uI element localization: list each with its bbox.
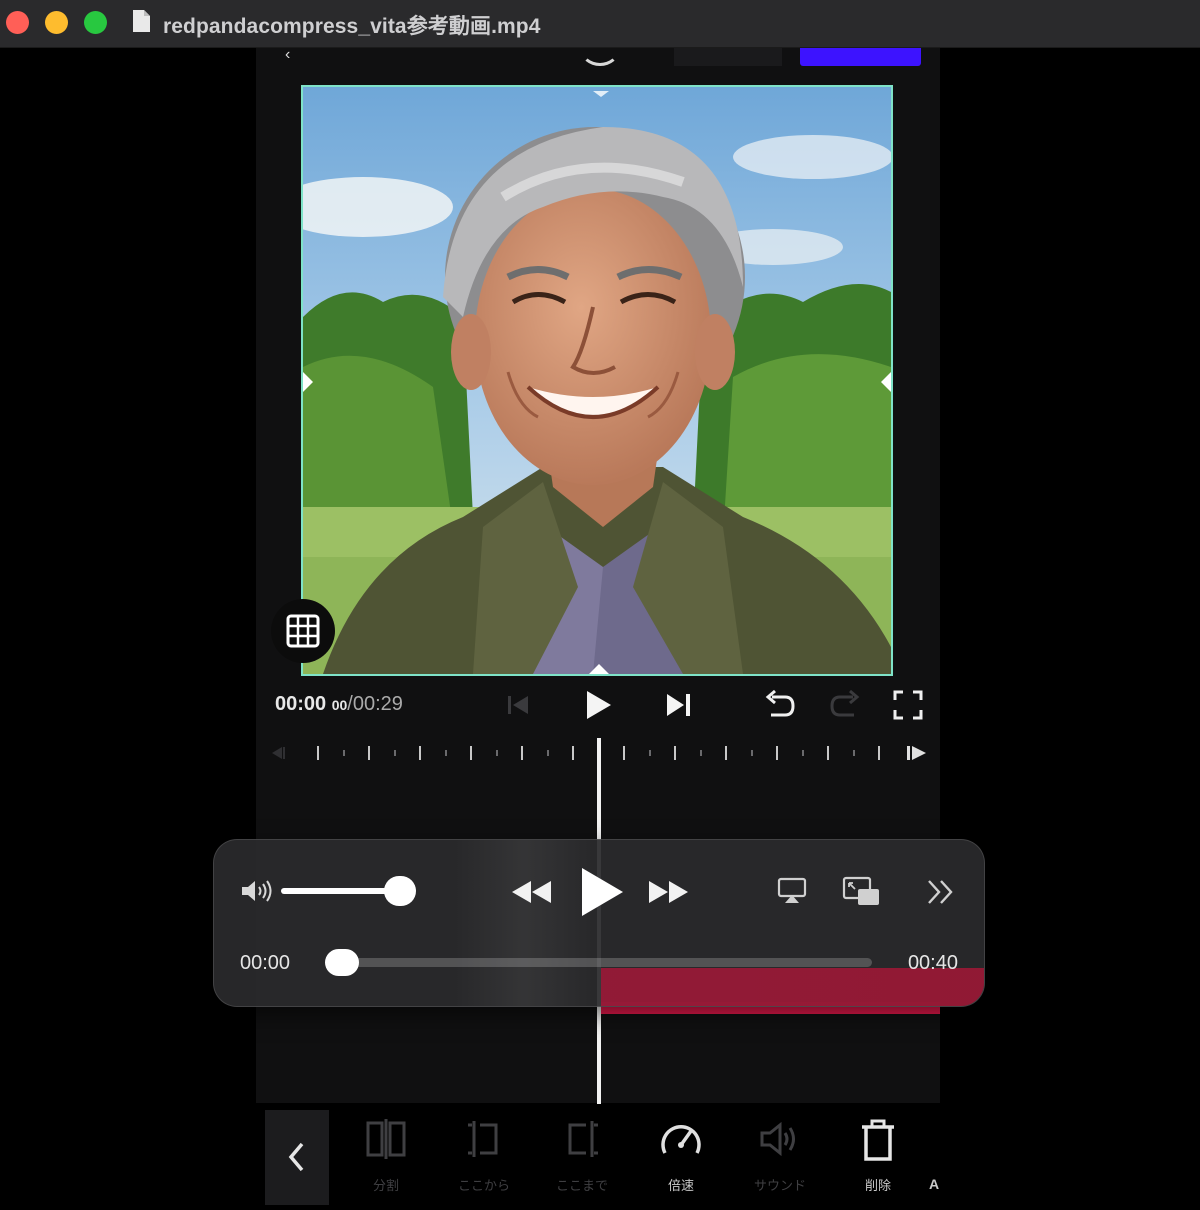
tool-split[interactable]: 分割: [346, 1115, 426, 1193]
split-icon: [366, 1119, 406, 1159]
history-icon[interactable]: [580, 32, 620, 66]
tool-trim-end[interactable]: ここまで: [542, 1115, 622, 1193]
overlay-backdrop: [454, 840, 594, 1006]
document-icon: [133, 10, 150, 32]
more-chevrons-icon[interactable]: [926, 878, 956, 906]
grid-toggle-button[interactable]: [271, 599, 335, 663]
tool-trim-start[interactable]: ここから: [444, 1115, 524, 1193]
tool-sound[interactable]: サウンド: [740, 1115, 820, 1193]
tool-delete-label: 削除: [864, 1178, 891, 1193]
export-button[interactable]: [800, 48, 921, 66]
grid-icon: [286, 614, 320, 648]
rewind-icon[interactable]: [510, 878, 554, 906]
total-duration: /00:29: [347, 693, 403, 715]
volume-icon[interactable]: [240, 878, 276, 904]
seek-bar-knob[interactable]: [325, 949, 359, 976]
trim-end-icon: [568, 1121, 598, 1157]
play-pause-icon[interactable]: [578, 866, 626, 918]
tool-trim-end-label: ここまで: [555, 1178, 608, 1193]
redo-icon[interactable]: [828, 688, 862, 722]
window-title: redpandacompress_vita参考動画.mp4: [163, 15, 541, 38]
skip-to-start-icon[interactable]: [506, 688, 532, 722]
tool-split-label: 分割: [372, 1178, 399, 1193]
airplay-icon[interactable]: [777, 876, 807, 906]
back-arrow-icon[interactable]: ‹: [285, 46, 290, 64]
video-preview[interactable]: [301, 85, 893, 676]
resolution-button[interactable]: [674, 48, 782, 66]
picture-in-picture-icon[interactable]: [842, 876, 882, 908]
play-icon[interactable]: [583, 688, 615, 722]
undo-icon[interactable]: [763, 688, 797, 722]
fullscreen-icon[interactable]: [892, 688, 924, 722]
speed-gauge-icon: [661, 1125, 701, 1154]
elapsed-time: 00:00: [240, 952, 291, 974]
current-frames: 00: [331, 697, 348, 713]
playback-controls-overlay: 00:00 00:40: [213, 839, 985, 1007]
minimize-window-button[interactable]: [45, 11, 68, 34]
tool-sound-label: サウンド: [753, 1178, 806, 1193]
total-time: 00:40: [907, 952, 958, 974]
chevron-left-icon: [288, 1142, 304, 1172]
sound-icon: [760, 1121, 795, 1157]
tool-trim-start-label: ここから: [457, 1178, 510, 1193]
timecode: 00:00 00/00:29: [275, 693, 403, 716]
volume-slider-knob[interactable]: [384, 876, 416, 906]
toolbar-back-button[interactable]: [265, 1110, 329, 1205]
zoom-window-button[interactable]: [84, 11, 107, 34]
volume-slider[interactable]: [281, 888, 401, 894]
skip-to-end-icon[interactable]: [664, 688, 694, 722]
close-window-button[interactable]: [6, 11, 29, 34]
tool-speed-label: 倍速: [667, 1178, 694, 1193]
portrait-photo: [303, 87, 891, 674]
current-time: 00:00: [275, 693, 327, 715]
trash-icon: [862, 1119, 894, 1161]
fast-forward-icon[interactable]: [646, 878, 690, 906]
trim-start-icon: [468, 1121, 498, 1157]
tool-speed[interactable]: 倍速: [641, 1115, 721, 1193]
tool-delete[interactable]: 削除: [838, 1115, 918, 1193]
tool-text-partial[interactable]: A: [929, 1176, 939, 1192]
seek-bar[interactable]: [340, 958, 872, 967]
